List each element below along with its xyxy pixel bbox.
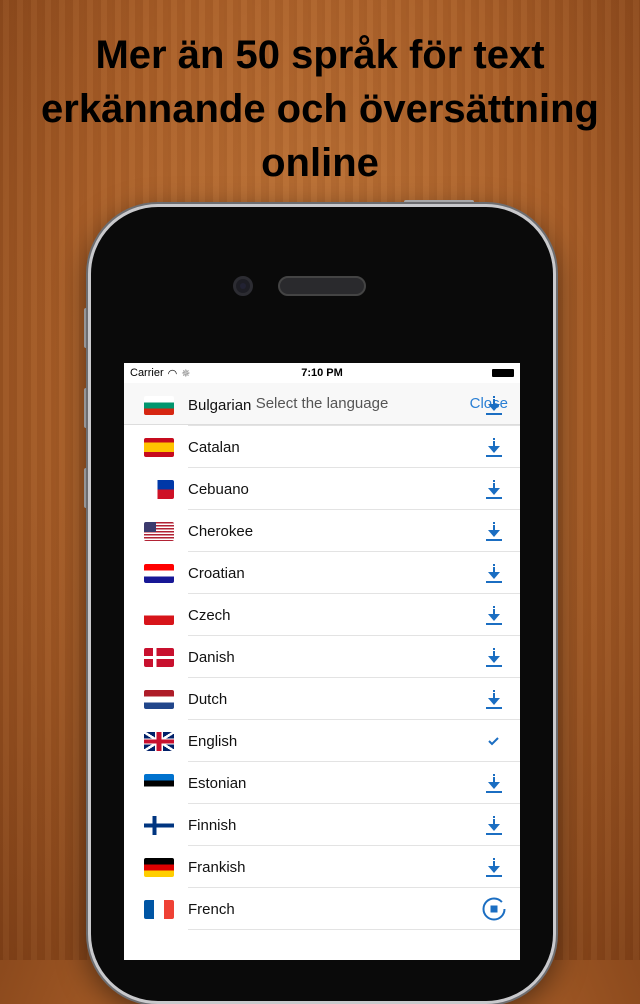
- flag-spain-icon: [144, 438, 174, 457]
- download-icon[interactable]: [482, 855, 506, 879]
- download-icon[interactable]: [482, 477, 506, 501]
- language-row[interactable]: Catalan: [124, 426, 520, 468]
- download-icon[interactable]: [482, 771, 506, 795]
- language-name: Cherokee: [188, 523, 254, 540]
- language-name: Bulgarian: [188, 397, 252, 414]
- screen: Carrier ◠ ✵ 7:10 PM Select the language …: [124, 363, 520, 960]
- camera-icon: [233, 276, 253, 296]
- stop-download-icon[interactable]: [482, 897, 506, 921]
- language-row[interactable]: Croatian: [124, 552, 520, 594]
- flag-denmark-icon: [144, 648, 174, 667]
- language-row[interactable]: Czech: [124, 594, 520, 636]
- language-name: Danish: [188, 649, 235, 666]
- flag-czech-icon: [144, 606, 174, 625]
- clock: 7:10 PM: [301, 367, 343, 379]
- status-bar: Carrier ◠ ✵ 7:10 PM: [124, 363, 520, 383]
- battery-icon: [492, 369, 514, 377]
- language-row[interactable]: Danish: [124, 636, 520, 678]
- download-icon[interactable]: [482, 813, 506, 837]
- download-icon[interactable]: [482, 603, 506, 627]
- flag-netherlands-icon: [144, 690, 174, 709]
- language-name: French: [188, 901, 235, 918]
- language-name: Dutch: [188, 691, 228, 708]
- flag-croatia-icon: [144, 564, 174, 583]
- flag-uk-icon: [144, 732, 174, 751]
- language-row[interactable]: Frankish: [124, 846, 520, 888]
- headline: Mer än 50 språk för text erkännande och …: [41, 33, 599, 185]
- flag-germany-icon: [144, 858, 174, 877]
- language-row[interactable]: Dutch: [124, 678, 520, 720]
- language-list[interactable]: Bulgarian Catalan Cebuano Cherokee Croatian C…: [124, 384, 520, 930]
- flag-france-icon: [144, 900, 174, 919]
- language-row[interactable]: Cebuano: [124, 468, 520, 510]
- language-name: Estonian: [188, 775, 247, 792]
- language-name: Catalan: [188, 439, 240, 456]
- language-row[interactable]: Cherokee: [124, 510, 520, 552]
- language-name: English: [188, 733, 238, 750]
- checkmark-icon[interactable]: [482, 729, 506, 753]
- download-icon[interactable]: [482, 561, 506, 585]
- flag-finland-icon: [144, 816, 174, 835]
- language-row[interactable]: Finnish: [124, 804, 520, 846]
- flag-estonia-icon: [144, 774, 174, 793]
- flag-philippines-icon: [144, 480, 174, 499]
- speaker-grille: [278, 276, 366, 296]
- download-icon[interactable]: [482, 519, 506, 543]
- language-row[interactable]: Bulgarian: [124, 384, 520, 426]
- language-row[interactable]: English: [124, 720, 520, 762]
- download-icon[interactable]: [482, 645, 506, 669]
- download-icon[interactable]: [482, 435, 506, 459]
- flag-usa-icon: [144, 522, 174, 541]
- language-name: Croatian: [188, 565, 245, 582]
- language-name: Czech: [188, 607, 231, 624]
- download-icon[interactable]: [482, 687, 506, 711]
- row-divider: [188, 929, 520, 930]
- language-name: Frankish: [188, 859, 246, 876]
- flag-bulgaria-icon: [144, 396, 174, 415]
- language-name: Cebuano: [188, 481, 249, 498]
- language-row[interactable]: French: [124, 888, 520, 930]
- language-name: Finnish: [188, 817, 237, 834]
- language-row[interactable]: Estonian: [124, 762, 520, 804]
- download-icon[interactable]: [482, 393, 506, 417]
